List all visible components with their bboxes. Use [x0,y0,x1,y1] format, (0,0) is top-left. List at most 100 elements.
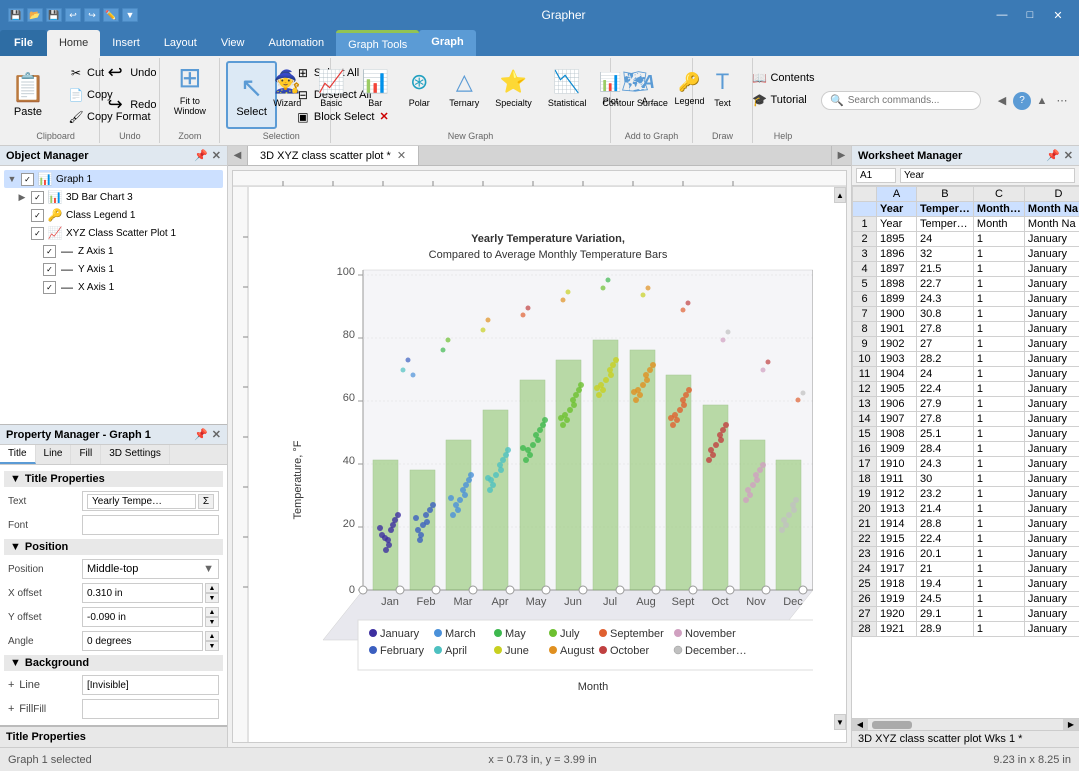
table-row[interactable]: 27192029.11January [853,607,1079,622]
check-classlegend1[interactable]: ✓ [31,209,44,222]
polar-button[interactable]: ⊛ Polar [399,54,439,124]
tab-fill-props[interactable]: Fill [71,445,101,464]
table-row[interactable]: 241917211January [853,562,1079,577]
ternary-button[interactable]: △ Ternary [443,54,485,124]
options-icon[interactable]: ⋯ [1053,92,1071,110]
save-icon[interactable]: 💾 [8,8,24,22]
xoffset-up[interactable]: ▲ [205,583,219,593]
help-arrow-back[interactable]: ◀ [993,92,1011,110]
yoffset-spinner[interactable]: ▲ ▼ [205,607,219,627]
tree-item-barchart3[interactable]: ▶ ✓ 📊 3D Bar Chart 3 [4,188,223,206]
ws-h-scrollbar[interactable]: ◀ ▶ [852,718,1079,730]
tree-item-classlegend1[interactable]: ▶ ✓ 🔑 Class Legend 1 [4,206,223,224]
col-header-b[interactable]: B [917,187,974,202]
open-icon[interactable]: 📂 [27,8,43,22]
col-header-d[interactable]: D [1024,187,1079,202]
prop-yoffset-value[interactable]: -0.090 in [82,607,203,627]
tree-item-xaxis1[interactable]: ▶ ✓ — X Axis 1 [4,278,223,296]
tutorial-button[interactable]: 🎓 Tutorial [747,90,818,110]
prop-fill-value[interactable] [82,699,219,719]
title-properties-section[interactable]: ▼ Title Properties [4,471,223,487]
tab-line-props[interactable]: Line [36,445,72,464]
tree-item-yaxis1[interactable]: ▶ ✓ — Y Axis 1 [4,260,223,278]
angle-spinner[interactable]: ▲ ▼ [205,631,219,651]
minimize-button[interactable]: — [989,5,1015,25]
tree-item-zaxis1[interactable]: ▶ ✓ — Z Axis 1 [4,242,223,260]
redo-icon-title[interactable]: ↪ [84,8,100,22]
yoffset-up[interactable]: ▲ [205,607,219,617]
pen-icon[interactable]: ✏️ [103,8,119,22]
table-row[interactable]: 28192128.91January [853,622,1079,637]
tree-item-xyzscatter1[interactable]: ▶ ✓ 📈 XYZ Class Scatter Plot 1 [4,224,223,242]
table-row[interactable]: 21895241January [853,232,1079,247]
search-box[interactable]: 🔍 [821,91,981,110]
wm-close-icon[interactable]: ✕ [1064,149,1073,162]
maximize-button[interactable]: □ [1017,5,1043,25]
table-row[interactable]: 4189721.51January [853,262,1079,277]
table-row[interactable]: 14190727.81January [853,412,1079,427]
tab-layout[interactable]: Layout [152,30,209,56]
prop-angle-value[interactable]: 0 degrees [82,631,203,651]
table-row[interactable]: 181911301January [853,472,1079,487]
undo-icon-title[interactable]: ↩ [65,8,81,22]
table-row[interactable]: 12190522.41January [853,382,1079,397]
wizard-button[interactable]: 🧙 Wizard [267,54,307,124]
chart-tab-3dxyz[interactable]: 3D XYZ class scatter plot * ✕ [248,146,419,165]
tab-title-props[interactable]: Title [0,445,36,464]
statistical-button[interactable]: 📉 Statistical [542,54,593,124]
table-row[interactable]: 25191819.41January [853,577,1079,592]
redo-button[interactable]: ↪ Redo [99,91,160,119]
table-row[interactable]: 7190030.81January [853,307,1079,322]
prop-xoffset-value[interactable]: 0.310 in [82,583,203,603]
angle-up[interactable]: ▲ [205,631,219,641]
table-row[interactable]: 21191428.81January [853,517,1079,532]
chart-tab-right-nav[interactable]: ▶ [831,146,851,165]
check-xyzscatter1[interactable]: ✓ [31,227,44,240]
formula-bar-input[interactable] [900,168,1075,183]
tab-automation[interactable]: Automation [257,30,337,56]
check-barchart3[interactable]: ✓ [31,191,44,204]
table-row[interactable]: 22191522.41January [853,532,1079,547]
paste-button[interactable]: 📋 Paste [6,64,50,126]
specialty-button[interactable]: ⭐ Specialty [489,54,538,124]
search-input[interactable] [848,95,978,106]
tab-graph-tools[interactable]: Graph Tools [336,30,419,56]
table-row[interactable]: 16190928.41January [853,442,1079,457]
text-expand-button[interactable]: Σ [198,494,214,509]
tab-file[interactable]: File [0,30,47,56]
ws-scroll-left[interactable]: ◀ [852,719,868,730]
tab-view[interactable]: View [209,30,257,56]
table-row[interactable]: 1YearTemper…MonthMonth Na [853,217,1079,232]
background-section[interactable]: ▼ Background [4,655,223,671]
tab-home[interactable]: Home [47,30,100,56]
chart-tab-left-nav[interactable]: ◀ [228,146,248,165]
tab-graph[interactable]: Graph [419,30,475,56]
xoffset-down[interactable]: ▼ [205,593,219,603]
expand-barchart3[interactable]: ▶ [16,192,28,203]
table-row[interactable]: 20191321.41January [853,502,1079,517]
plot-button[interactable]: 📊 Plot [593,54,629,124]
prop-text-value[interactable]: Yearly Tempe… Σ [82,491,219,511]
chart-tab-close-icon[interactable]: ✕ [397,149,406,162]
table-row[interactable]: 23191620.11January [853,547,1079,562]
angle-down[interactable]: ▼ [205,641,219,651]
cell-ref-input[interactable] [856,168,896,183]
table-row[interactable]: 111904241January [853,367,1079,382]
table-row[interactable]: 15190825.11January [853,427,1079,442]
text-button[interactable]: T Text [705,54,741,124]
pin-icon[interactable]: 📌 [194,149,208,162]
check-yaxis1[interactable]: ✓ [43,263,56,276]
fit-to-window-button[interactable]: ⊞ Fit to Window [166,57,213,120]
save2-icon[interactable]: 💾 [46,8,62,22]
close-button[interactable]: ✕ [1045,5,1071,25]
pm-close-icon[interactable]: ✕ [212,428,221,441]
prop-position-value[interactable]: Middle-top ▼ [82,559,219,579]
col-header-a[interactable]: A [877,187,917,202]
tab-3dsettings-props[interactable]: 3D Settings [101,445,170,464]
ws-header-data-row[interactable]: YearTemper…Month…Month Na… [853,202,1079,217]
expand-graph1[interactable]: ▼ [6,174,18,184]
more-icon[interactable]: ▼ [122,8,138,22]
wm-pin-icon[interactable]: 📌 [1046,149,1060,162]
ws-scroll-right[interactable]: ▶ [1063,719,1079,730]
table-row[interactable]: 10190328.21January [853,352,1079,367]
